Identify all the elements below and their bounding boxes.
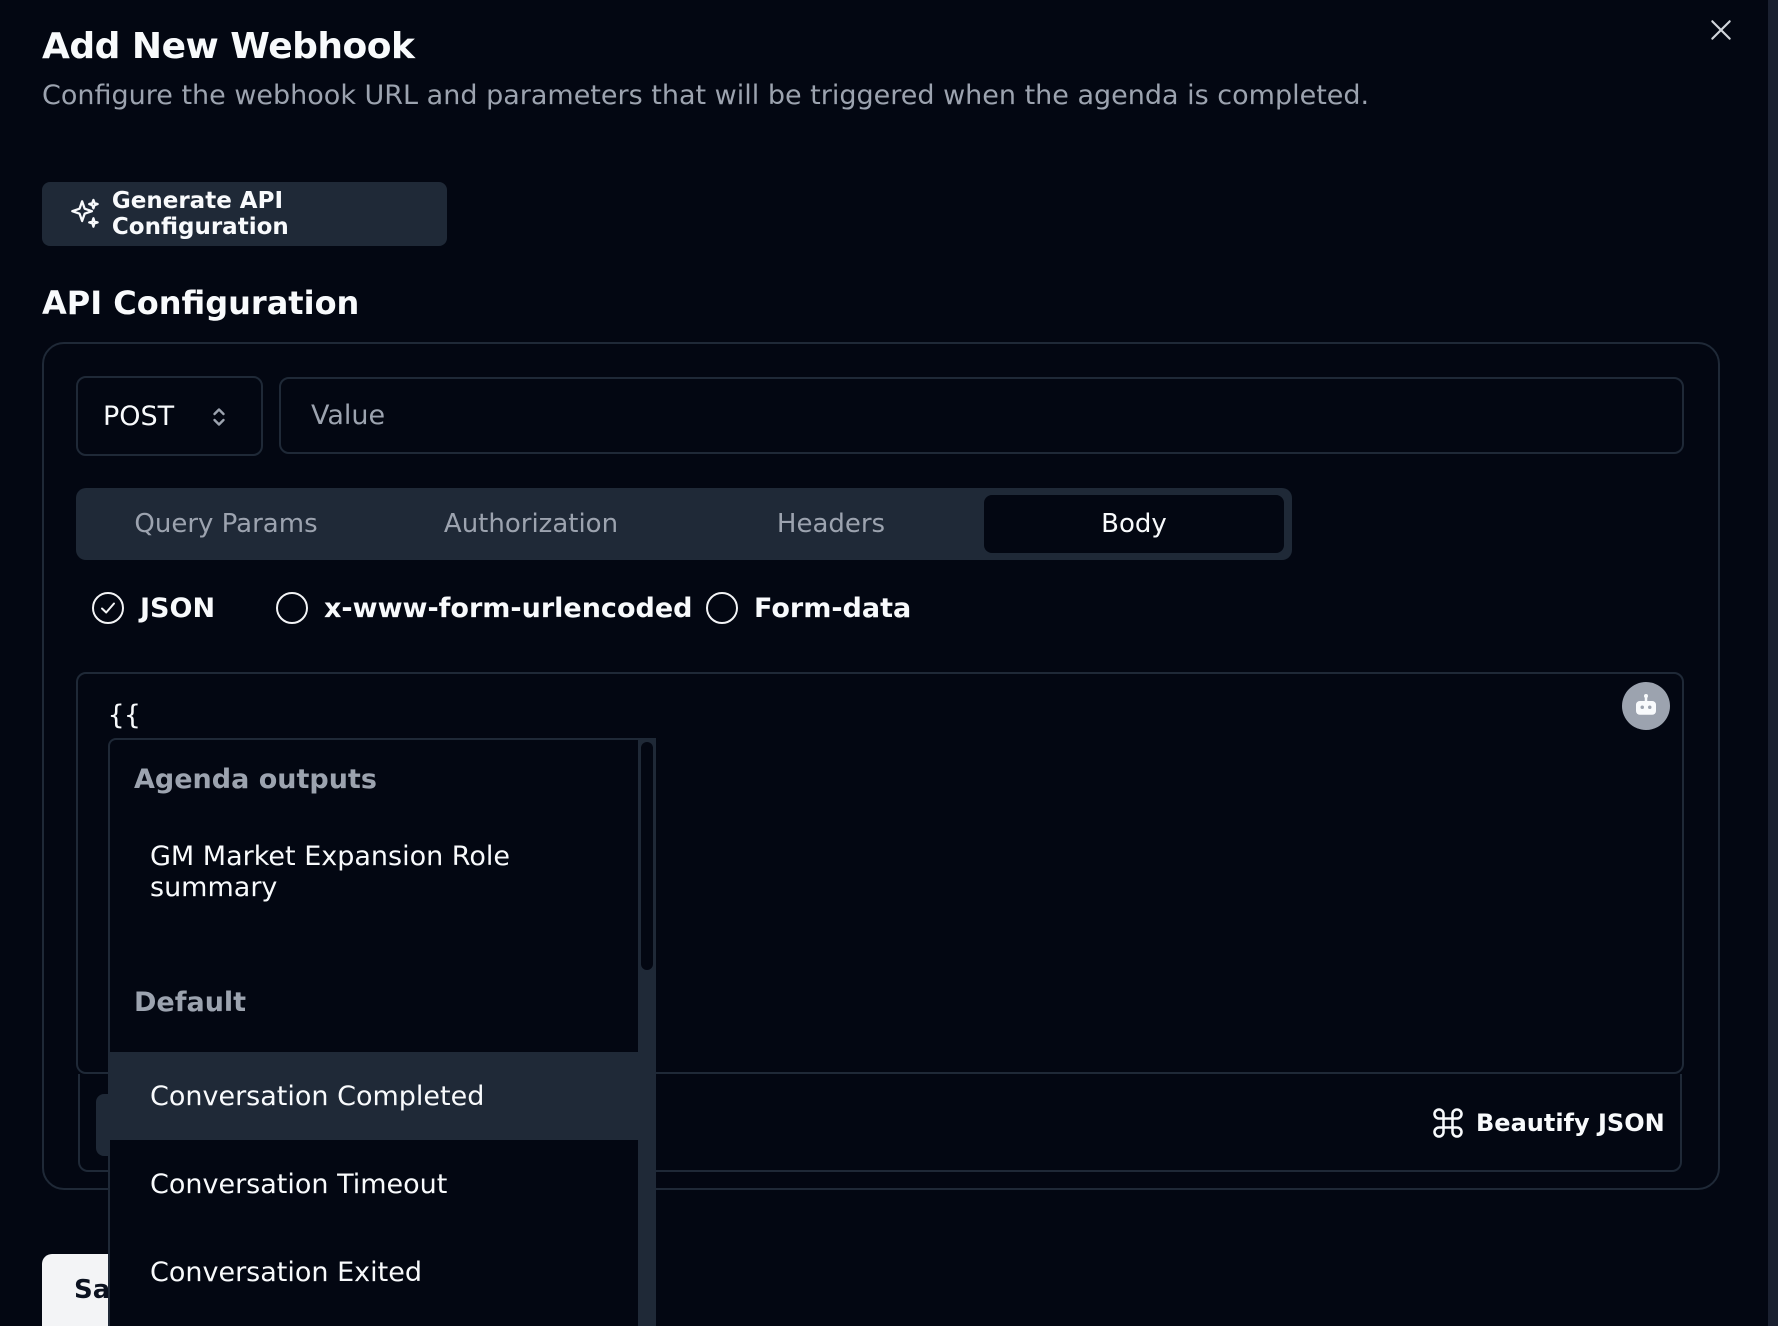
close-icon [1711, 20, 1731, 40]
body-type-form-data[interactable]: Form-data [706, 590, 911, 626]
http-method-value: POST [103, 400, 175, 432]
generate-api-config-label: Generate API Configuration [111, 188, 289, 240]
radio-unchecked[interactable] [276, 592, 308, 624]
tab-query-params[interactable]: Query Params [86, 495, 366, 553]
url-input[interactable] [279, 377, 1684, 454]
beautify-icon [1433, 1108, 1463, 1138]
dropdown-item[interactable]: Conversation Timeout [110, 1140, 638, 1228]
beautify-json-label: Beautify JSON [1476, 1109, 1665, 1137]
ai-assistant-button[interactable] [1622, 682, 1670, 730]
dropdown-item[interactable]: Conversation Exited [110, 1228, 638, 1316]
sparkles-icon [71, 198, 99, 228]
check-icon [101, 602, 115, 614]
close-button[interactable] [1703, 12, 1739, 48]
dropdown-item-highlighted[interactable]: Conversation Completed [110, 1052, 638, 1140]
dropdown-group-agenda-outputs: Agenda outputs [134, 764, 377, 795]
tab-headers[interactable]: Headers [686, 495, 976, 553]
body-type-json[interactable]: JSON [92, 590, 215, 626]
add-webhook-dialog: Add New Webhook Configure the webhook UR… [0, 0, 1778, 1326]
tab-authorization[interactable]: Authorization [386, 495, 676, 553]
radio-unchecked[interactable] [706, 592, 738, 624]
body-type-form-data-label: Form-data [754, 592, 912, 624]
dropdown-item[interactable]: GM Market Expansion Role summary [110, 828, 638, 916]
dialog-scrollbar[interactable] [1768, 0, 1778, 1326]
body-type-urlencoded-label: x-www-form-urlencoded [324, 592, 693, 624]
http-method-select[interactable]: POST [76, 376, 263, 456]
dialog-title: Add New Webhook [42, 26, 415, 67]
beautify-json-button[interactable]: Beautify JSON [1430, 1105, 1665, 1141]
save-button-label: Sa [74, 1275, 111, 1305]
radio-checked[interactable] [92, 592, 124, 624]
chevron-up-down-icon [213, 408, 225, 426]
generate-api-config-button[interactable]: Generate API Configuration [42, 182, 447, 246]
dialog-subtitle: Configure the webhook URL and parameters… [42, 80, 1370, 111]
dropdown-scroll-thumb[interactable] [641, 742, 653, 970]
tab-body[interactable]: Body [984, 495, 1284, 553]
body-type-urlencoded[interactable]: x-www-form-urlencoded [276, 590, 692, 626]
body-type-json-label: JSON [140, 592, 216, 624]
request-tabs: Query Params Authorization Headers Body [76, 488, 1292, 560]
api-config-heading: API Configuration [42, 284, 360, 322]
bot-icon [1636, 694, 1656, 715]
dropdown-group-default: Default [134, 987, 247, 1018]
editor-content[interactable]: {{ [108, 700, 141, 731]
